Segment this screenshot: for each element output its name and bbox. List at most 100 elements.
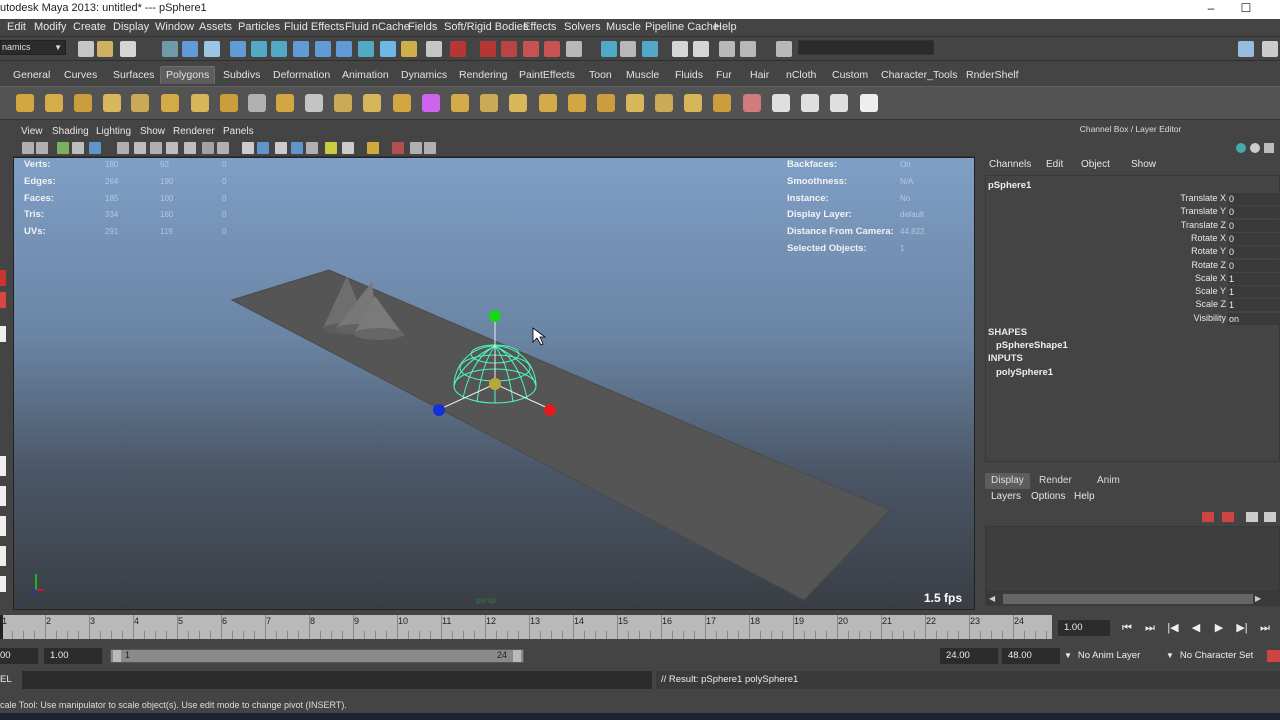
panel-toolbar-icon[interactable] <box>57 142 69 154</box>
panel-toolbar-icon[interactable] <box>217 142 229 154</box>
channel-row-translate-z[interactable]: Translate Z0 <box>986 219 1280 233</box>
animation-end-field[interactable]: 48.00 <box>1002 648 1060 664</box>
shelf-tab-rendering[interactable]: Rendering <box>454 67 512 85</box>
command-language-label[interactable]: EL <box>0 674 12 685</box>
channel-menu-channels[interactable]: Channels <box>989 159 1031 170</box>
channel-row-rotate-z[interactable]: Rotate Z0 <box>986 259 1280 273</box>
layout-icon[interactable] <box>0 576 6 592</box>
minimize-button[interactable]: – <box>1194 0 1228 19</box>
channel-menu-object[interactable]: Object <box>1081 159 1110 170</box>
poly-cylinder-icon[interactable] <box>70 90 96 116</box>
y-axis-handle[interactable] <box>489 310 501 322</box>
shelf-tab-polygons[interactable]: Polygons <box>160 66 216 84</box>
split-poly-icon[interactable] <box>593 90 619 116</box>
status-tool-icon[interactable] <box>78 41 94 57</box>
shelf-tab-general[interactable]: General <box>8 67 55 85</box>
tool-icon[interactable] <box>0 270 6 286</box>
layer-menu-help[interactable]: Help <box>1074 491 1095 502</box>
restore-button[interactable]: ☐ <box>1229 0 1263 19</box>
poly-helix-icon[interactable] <box>244 90 270 116</box>
layer-tab-render[interactable]: Render <box>1033 473 1078 489</box>
shelf-tab-rndershelf[interactable]: RnderShelf <box>961 67 1024 85</box>
status-tool-icon[interactable] <box>501 41 517 57</box>
channel-row-rotate-y[interactable]: Rotate Y0 <box>986 246 1280 259</box>
tool-icon[interactable] <box>0 292 6 308</box>
perspective-viewport[interactable]: Verts: 180 92 0 Edges: 264 190 0 Faces: 185 100 0 Tr… <box>13 157 975 610</box>
panel-toolbar-icon[interactable] <box>392 142 404 154</box>
step-back-key-button[interactable]: ⏭ <box>1139 619 1161 637</box>
menu-solvers[interactable]: Solvers <box>561 19 604 37</box>
anim-layer-dropdown[interactable]: ▼ No Anim Layer <box>1064 648 1174 664</box>
wedge-face-icon[interactable] <box>768 90 794 116</box>
layer-tab-display[interactable]: Display <box>985 473 1030 489</box>
channel-row-scale-x[interactable]: Scale X1 <box>986 272 1280 286</box>
shape-node[interactable]: pSphereShape1 <box>996 340 1068 351</box>
attribute-editor-icon[interactable] <box>1236 143 1246 153</box>
panel-toolbar-icon[interactable] <box>291 142 303 154</box>
layout-icon[interactable] <box>0 546 6 566</box>
poly-cube-icon[interactable] <box>41 90 67 116</box>
collapse-icon[interactable] <box>739 90 765 116</box>
layer-tab-anim[interactable]: Anim <box>1091 473 1126 489</box>
menu-particles[interactable]: Particles <box>235 19 283 37</box>
menu-create[interactable]: Create <box>70 19 109 37</box>
poly-sphere-icon[interactable] <box>12 90 38 116</box>
poly-prism-icon[interactable] <box>187 90 213 116</box>
status-tool-icon[interactable] <box>693 41 709 57</box>
channel-value-field[interactable]: on <box>1228 312 1280 325</box>
shelf-tab-fur[interactable]: Fur <box>711 67 737 85</box>
panel-toolbar-icon[interactable] <box>306 142 318 154</box>
panel-toolbar-icon[interactable] <box>150 142 162 154</box>
uv-editor-icon[interactable] <box>856 90 882 116</box>
status-tool-icon[interactable] <box>480 41 496 57</box>
poly-plane-icon[interactable] <box>127 90 153 116</box>
shelf-tab-curves[interactable]: Curves <box>59 67 102 85</box>
quick-search-input[interactable] <box>798 40 934 55</box>
status-tool-icon[interactable] <box>426 41 442 57</box>
window-maximize-icon[interactable] <box>1240 19 1246 37</box>
panel-menu-renderer[interactable]: Renderer <box>170 124 218 140</box>
merge-vertex-icon[interactable] <box>709 90 735 116</box>
panel-menu-view[interactable]: View <box>18 124 46 140</box>
channel-value-field[interactable]: 0 <box>1228 259 1280 272</box>
step-forward-frame-button[interactable]: ▶| <box>1231 619 1253 637</box>
channel-box-layout-icon[interactable] <box>1238 41 1254 57</box>
auto-key-icon[interactable] <box>1267 650 1280 662</box>
panel-toolbar-icon[interactable] <box>184 142 196 154</box>
status-tool-icon[interactable] <box>120 41 136 57</box>
status-tool-icon[interactable] <box>271 41 287 57</box>
range-start-handle[interactable] <box>113 650 121 662</box>
channel-box-toggle-icon[interactable] <box>1264 143 1274 153</box>
panel-toolbar-icon[interactable] <box>242 142 254 154</box>
go-to-end-button[interactable]: ⏭ <box>1254 619 1276 637</box>
layout-icon[interactable] <box>0 486 6 506</box>
status-tool-icon[interactable] <box>230 41 246 57</box>
offset-edgeloop-icon[interactable] <box>651 90 677 116</box>
character-set-dropdown[interactable]: ▼ No Character Set <box>1164 648 1264 664</box>
shelf-tab-custom[interactable]: Custom <box>827 67 873 85</box>
status-tool-icon[interactable] <box>450 41 466 57</box>
menu-fluid-ncache[interactable]: Fluid nCache <box>342 19 413 37</box>
channel-value-field[interactable]: 0 <box>1228 206 1280 219</box>
panel-toolbar-icon[interactable] <box>72 142 84 154</box>
shelf-tab-fluids[interactable]: Fluids <box>670 67 708 85</box>
command-input[interactable] <box>22 671 652 689</box>
panel-toolbar-icon[interactable] <box>325 142 337 154</box>
status-tool-icon[interactable] <box>380 41 396 57</box>
smooth-icon[interactable] <box>389 90 415 116</box>
layout-icon[interactable] <box>0 456 6 476</box>
menu-display[interactable]: Display <box>110 19 152 37</box>
channel-value-field[interactable]: 1 <box>1228 286 1280 299</box>
panel-menu-show[interactable]: Show <box>137 124 168 140</box>
menu-effects[interactable]: Effects <box>520 19 559 37</box>
poly-torus-icon[interactable] <box>157 90 183 116</box>
panel-toolbar-icon[interactable] <box>134 142 146 154</box>
status-tool-icon[interactable] <box>566 41 582 57</box>
poly-pipe-icon[interactable] <box>216 90 242 116</box>
status-tool-icon[interactable] <box>315 41 331 57</box>
channel-row-rotate-x[interactable]: Rotate X0 <box>986 232 1280 246</box>
channel-value-field[interactable]: 0 <box>1228 232 1280 245</box>
poly-cone-icon[interactable] <box>99 90 125 116</box>
play-backwards-button[interactable]: ◀ <box>1185 619 1207 637</box>
channel-row-scale-z[interactable]: Scale Z1 <box>986 299 1280 312</box>
